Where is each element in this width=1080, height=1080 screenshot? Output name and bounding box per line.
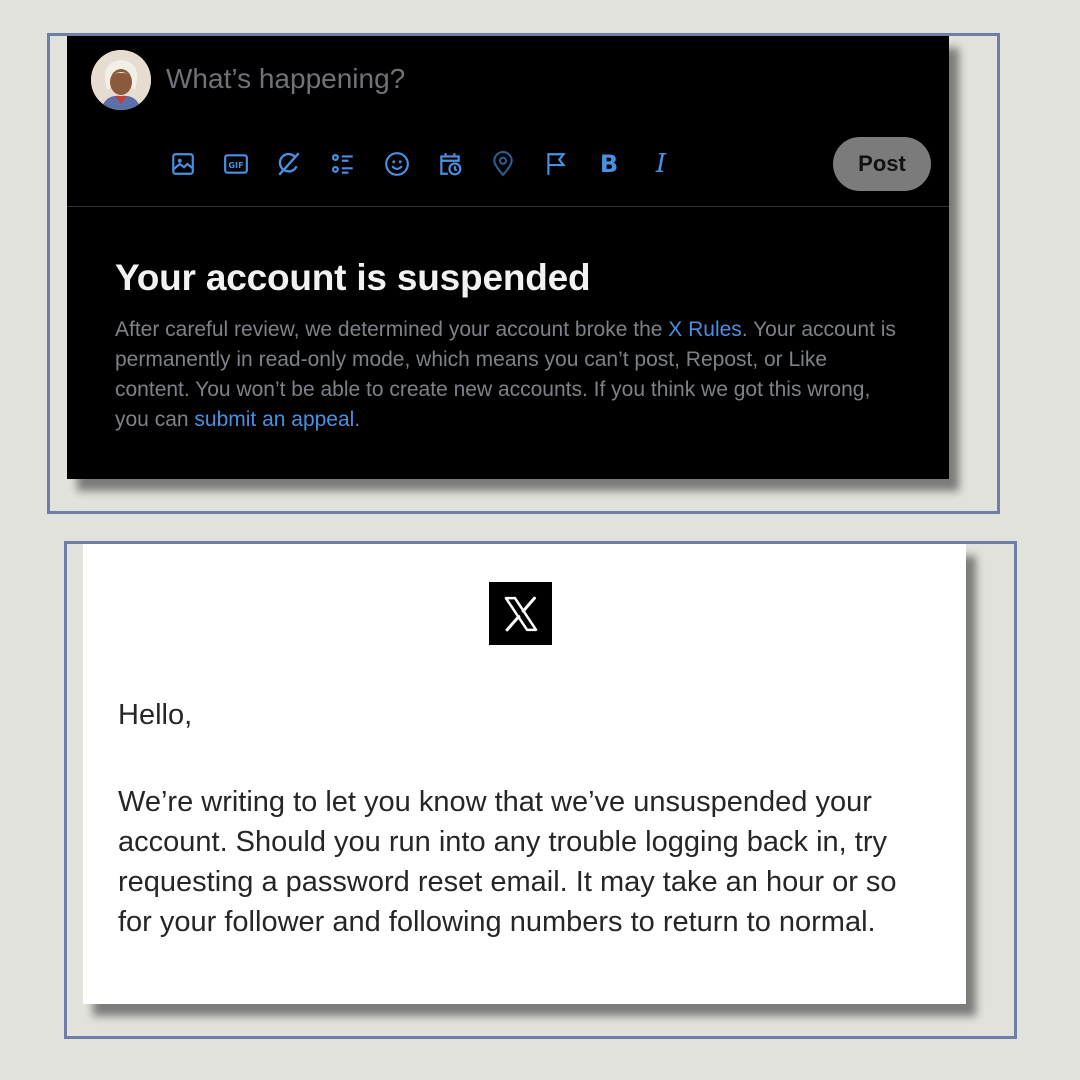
x-logo-mark [504, 596, 537, 631]
image-icon[interactable] [165, 146, 201, 182]
x-logo [489, 582, 552, 645]
grok-icon[interactable] [271, 146, 307, 182]
flag-icon[interactable] [538, 146, 574, 182]
appeal-link[interactable]: submit an appeal [194, 408, 354, 431]
suspension-screenshot: What’s happening? GIF B I Post Your acco… [67, 36, 949, 479]
suspension-body: After careful review, we determined your… [115, 315, 905, 435]
email-greeting: Hello, [118, 699, 193, 731]
suspension-title: Your account is suspended [115, 257, 591, 298]
avatar[interactable] [91, 50, 151, 110]
x-rules-link[interactable]: X Rules [668, 318, 742, 341]
italic-icon[interactable]: I [643, 146, 679, 182]
compose-placeholder[interactable]: What’s happening? [166, 63, 405, 95]
gif-icon[interactable]: GIF [218, 146, 254, 182]
location-icon[interactable] [485, 146, 521, 182]
email-body: We’re writing to let you know that we’ve… [118, 786, 897, 938]
italic-icon-label: I [655, 149, 667, 179]
emoji-icon[interactable] [379, 146, 415, 182]
avatar-illustration [91, 50, 151, 110]
gif-icon-label: GIF [228, 160, 243, 170]
email-screenshot: Hello, We’re writing to let you know tha… [83, 544, 966, 1004]
post-button[interactable]: Post [833, 137, 931, 191]
bold-icon[interactable]: B [591, 146, 627, 182]
divider [67, 206, 949, 207]
suspension-body-text: . [354, 408, 361, 431]
bold-icon-label: B [599, 150, 619, 178]
poll-icon[interactable] [325, 146, 361, 182]
schedule-icon[interactable] [432, 146, 468, 182]
suspension-body-text: After careful review, we determined your… [115, 318, 669, 341]
